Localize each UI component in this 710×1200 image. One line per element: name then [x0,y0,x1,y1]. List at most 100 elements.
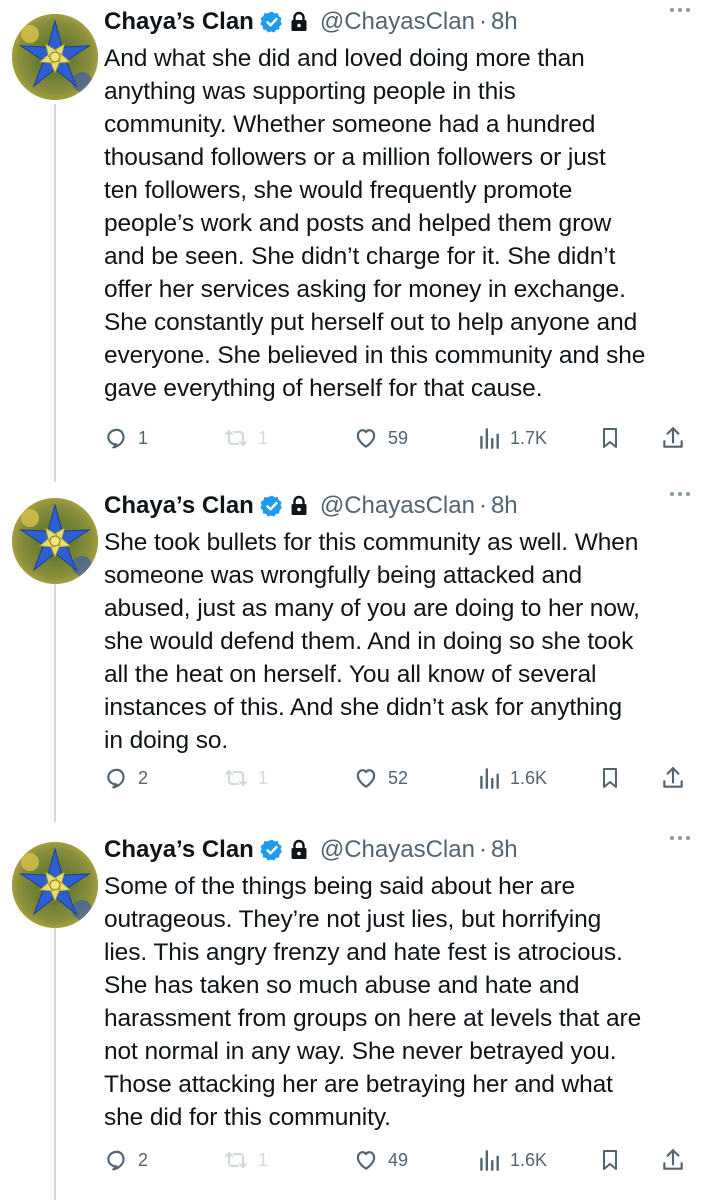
tweet-text-line: outrageous. They’re not just lies, but h… [104,906,602,933]
separator: · [478,492,487,519]
like-count: 49 [388,1149,409,1170]
verified-badge-icon [260,10,284,34]
reply-count: 2 [138,767,149,788]
tweet-text-line: She has taken so much abuse and hate and [104,972,580,999]
tweet-text-line: someone was wrongfully being attacked an… [104,562,583,589]
tweet-text: She took bullets for this community as w… [104,526,696,757]
reply-icon [104,425,130,451]
more-icon[interactable] [670,8,690,12]
like-icon [352,425,380,451]
like-button[interactable]: 52 [352,758,408,798]
separator: · [478,836,487,863]
tweet-text-line: Some of the things being said about her … [104,873,576,900]
tweet-header: Chaya’s Clan @ChayasClan · 8h [104,0,696,44]
tweet-text-line: And what she did and loved doing more th… [104,45,585,72]
avatar[interactable] [12,498,98,584]
repost-icon [222,765,250,791]
timestamp[interactable]: 8h [491,836,518,864]
views-button[interactable]: 1.7K [476,418,547,458]
like-button[interactable]: 59 [352,418,408,458]
tweet-text: Some of the things being said about her … [104,870,696,1134]
reply-button[interactable]: 2 [104,758,148,798]
like-button[interactable]: 49 [352,1140,408,1180]
tweet-text-line: and be seen. She didn’t charge for it. S… [104,243,616,270]
tweet-text-line: ten followers, she would frequently prom… [104,177,573,204]
bookmark-button[interactable] [598,1140,622,1180]
author-handle[interactable]: @ChayasClan [320,836,475,864]
tweet-text-line: She took bullets for this community as w… [104,529,639,556]
reply-button[interactable]: 2 [104,1140,148,1180]
author-name[interactable]: Chaya’s Clan [104,492,254,520]
tweet-actions: 1 1 59 1.7K [104,418,686,458]
thread-line [54,104,56,482]
reply-icon [104,1147,130,1173]
bookmark-icon [598,765,622,791]
tweet-text-line: community. Whether someone had a hundred [104,111,596,138]
tweet-actions: 2 1 49 1.6K [104,1140,686,1180]
timestamp[interactable]: 8h [491,8,518,36]
verified-badge-icon [260,494,284,518]
tweet-text-line: she did for this community. [104,1104,391,1131]
bookmark-icon [598,425,622,451]
like-icon [352,765,380,791]
like-count: 52 [388,767,409,788]
views-icon [476,765,502,791]
views-icon [476,1147,502,1173]
repost-button[interactable]: 1 [222,1140,268,1180]
tweet-text-line: Those attacking her are betraying her an… [104,1071,613,1098]
tweet-header: Chaya’s Clan @ChayasClan · 8h [104,484,696,528]
tweet-text-line: all the heat on herself. You all know of… [104,661,597,688]
tweet-text-line: She constantly put herself out to help a… [104,309,638,336]
tweet-text-line: thousand followers or a million follower… [104,144,606,171]
share-button[interactable] [660,1140,686,1180]
more-icon[interactable] [670,836,690,840]
tweet-text-line: instances of this. And she didn’t ask fo… [104,694,622,721]
reply-count: 2 [138,1149,149,1170]
views-icon [476,425,502,451]
bookmark-button[interactable] [598,418,622,458]
tweet-text-line: everyone. She believed in this community… [104,342,646,369]
share-button[interactable] [660,758,686,798]
views-button[interactable]: 1.6K [476,758,547,798]
tweet-header: Chaya’s Clan @ChayasClan · 8h [104,828,696,872]
avatar[interactable] [12,14,98,100]
reply-count: 1 [138,427,149,448]
thread-line [54,568,56,822]
author-handle[interactable]: @ChayasClan [320,492,475,520]
reply-button[interactable]: 1 [104,418,148,458]
views-button[interactable]: 1.6K [476,1140,547,1180]
avatar[interactable] [12,842,98,928]
like-icon [352,1147,380,1173]
share-icon [660,425,686,451]
views-count: 1.6K [510,1149,548,1170]
bookmark-icon [598,1147,622,1173]
author-handle[interactable]: @ChayasClan [320,8,475,36]
separator: · [478,8,487,35]
tweet-text-line: offer her services asking for money in e… [104,276,626,303]
tweet-text-line: people’s work and posts and helped them … [104,210,612,237]
like-count: 59 [388,427,409,448]
tweet-text-line: harassment from groups on here at levels… [104,1005,642,1032]
share-icon [660,1147,686,1173]
author-name[interactable]: Chaya’s Clan [104,836,254,864]
repost-count: 1 [258,427,269,448]
tweet-text-line: not normal in any way. She never betraye… [104,1038,617,1065]
repost-button[interactable]: 1 [222,758,268,798]
reply-icon [104,765,130,791]
more-icon[interactable] [670,492,690,496]
share-button[interactable] [660,418,686,458]
author-name[interactable]: Chaya’s Clan [104,8,254,36]
tweet-text-line: gave everything of herself for that caus… [104,375,543,402]
tweet-actions: 2 1 52 1.6K [104,758,686,798]
timestamp[interactable]: 8h [491,492,518,520]
lock-icon [288,10,310,34]
tweet-text-line: anything was supporting people in this [104,78,516,105]
repost-icon [222,1147,250,1173]
bookmark-button[interactable] [598,758,622,798]
repost-button[interactable]: 1 [222,418,268,458]
verified-badge-icon [260,838,284,862]
repost-count: 1 [258,1149,269,1170]
share-icon [660,765,686,791]
lock-icon [288,838,310,862]
views-count: 1.6K [510,767,548,788]
